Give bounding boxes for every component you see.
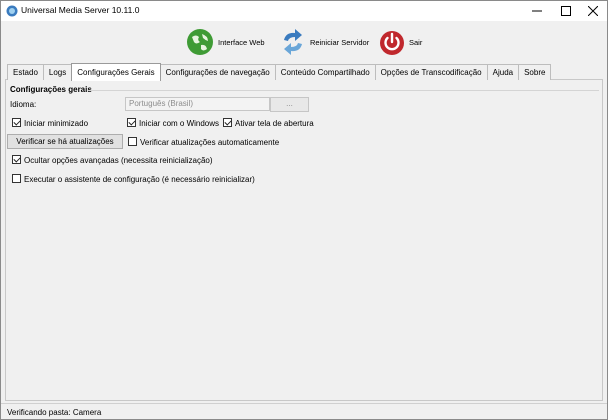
power-icon: [380, 31, 404, 55]
start-minimized-checkbox[interactable]: [12, 118, 21, 127]
tab-ajuda[interactable]: Ajuda: [486, 64, 520, 80]
auto-check-updates-checkbox[interactable]: [128, 137, 137, 146]
start-with-windows-checkbox[interactable]: [127, 118, 136, 127]
auto-check-updates-label: Verificar atualizações automaticamente: [140, 138, 280, 147]
restart-icon: [284, 29, 302, 55]
check-updates-button[interactable]: Verificar se há atualizações: [7, 134, 123, 149]
globe-icon: [187, 29, 213, 55]
title-bar: Universal Media Server 10.11.0: [1, 1, 607, 21]
maximize-button[interactable]: [552, 1, 580, 21]
status-bar: Verificando pasta: Camera: [1, 403, 607, 419]
start-with-windows-label: Iniciar com o Windows: [139, 119, 220, 128]
hide-advanced-checkbox[interactable]: [12, 155, 21, 164]
close-button[interactable]: [579, 1, 607, 21]
maximize-icon: [561, 6, 571, 16]
restart-server-label: Reiniciar Servidor: [310, 37, 370, 47]
language-select[interactable]: Português (Brasil): [125, 97, 270, 111]
tab-bar: Estado Logs Configurações Gerais Configu…: [7, 62, 552, 81]
window-title: Universal Media Server 10.11.0: [21, 5, 140, 15]
tab-opcoes-transcodificacao[interactable]: Opções de Transcodificação: [374, 64, 488, 80]
minimize-button[interactable]: [523, 1, 551, 21]
language-browse-button[interactable]: ...: [270, 97, 309, 112]
tab-conteudo-compartilhado[interactable]: Conteúdo Compartilhado: [274, 64, 376, 80]
close-icon: [588, 6, 598, 16]
tab-estado[interactable]: Estado: [7, 64, 44, 80]
tab-configuracoes-navegacao[interactable]: Configurações de navegação: [159, 64, 276, 80]
section-title: Configurações gerais: [10, 85, 92, 94]
start-minimized-label: Iniciar minimizado: [24, 119, 89, 128]
status-text: Verificando pasta: Camera: [7, 408, 102, 417]
hide-advanced-label: Ocultar opções avançadas (necessita rein…: [24, 156, 213, 165]
app-logo-icon: [6, 5, 18, 17]
main-window: Universal Media Server 10.11.0 Interface…: [0, 0, 608, 420]
exit-label: Sair: [409, 37, 423, 47]
exit-button[interactable]: Sair: [379, 26, 422, 58]
web-interface-button[interactable]: Interface Web: [186, 26, 265, 58]
minimize-icon: [532, 10, 542, 12]
section-divider: [89, 90, 599, 91]
show-splash-label: Ativar tela de abertura: [235, 119, 314, 128]
show-splash-checkbox[interactable]: [223, 118, 232, 127]
tab-sobre[interactable]: Sobre: [518, 64, 552, 80]
toolbar: Interface Web Reiniciar Servidor Sair: [1, 22, 607, 62]
tab-configuracoes-gerais[interactable]: Configurações Gerais: [71, 63, 161, 81]
run-wizard-label: Executar o assistente de configuração (é…: [24, 175, 255, 184]
tab-logs[interactable]: Logs: [42, 64, 73, 80]
run-wizard-checkbox[interactable]: [12, 174, 21, 183]
restart-server-button[interactable]: Reiniciar Servidor: [280, 26, 369, 58]
language-label: Idioma:: [10, 100, 37, 109]
web-interface-label: Interface Web: [218, 37, 265, 47]
